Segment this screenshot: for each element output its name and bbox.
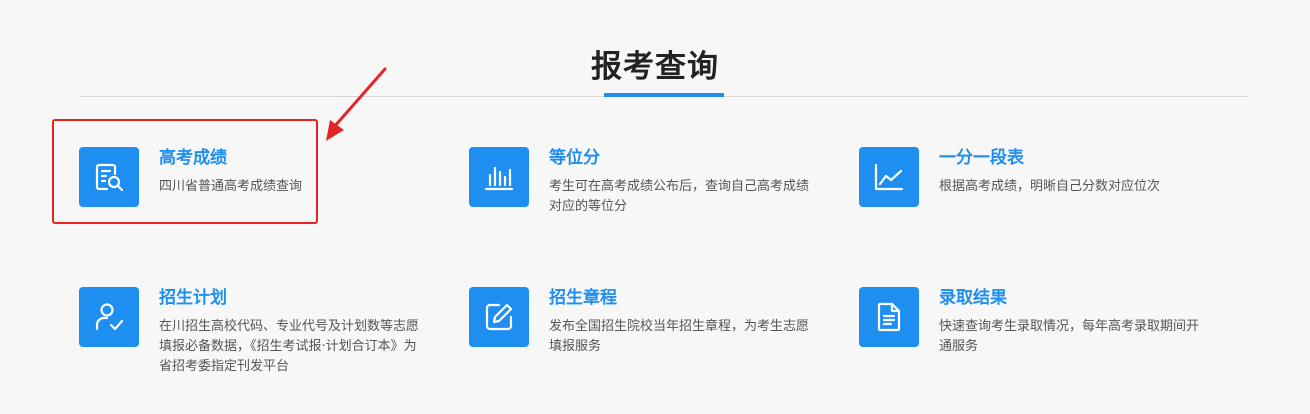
card-enrollment-charter[interactable]: 招生章程 发布全国招生院校当年招生章程，为考生志愿填报服务 — [469, 287, 809, 387]
line-chart-icon — [859, 147, 919, 207]
card-admission-results[interactable]: 录取结果 快速查询考生录取情况，每年高考录取期间开通服务 — [859, 287, 1199, 387]
card-desc: 快速查询考生录取情况，每年高考录取期间开通服务 — [939, 319, 1200, 354]
card-desc: 考生可在高考成绩公布后，查询自己高考成绩对应的等位分 — [549, 179, 810, 214]
card-score-ranking-table[interactable]: 一分一段表 根据高考成绩，明晰自己分数对应位次 — [859, 147, 1189, 247]
card-desc: 在川招生高校代码、专业代号及计划数等志愿填报必备数据，《招生考试报·计划合订本》… — [159, 319, 420, 374]
bar-chart-icon — [469, 147, 529, 207]
card-title[interactable]: 录取结果 — [939, 287, 1007, 309]
card-title[interactable]: 等位分 — [549, 147, 600, 169]
annotation-arrow-icon — [326, 67, 387, 141]
card-equivalent-score[interactable]: 等位分 考生可在高考成绩公布后，查询自己高考成绩对应的等位分 — [469, 147, 809, 247]
card-desc: 发布全国招生院校当年招生章程，为考生志愿填报服务 — [549, 319, 810, 354]
title-underline — [604, 93, 724, 97]
section-title: 报考查询 — [591, 49, 719, 85]
highlight-box — [52, 119, 318, 224]
user-check-icon — [79, 287, 139, 347]
card-title[interactable]: 招生章程 — [549, 287, 617, 309]
card-title[interactable]: 一分一段表 — [939, 147, 1024, 169]
edit-icon — [469, 287, 529, 347]
document-icon — [859, 287, 919, 347]
card-enrollment-plan[interactable]: 招生计划 在川招生高校代码、专业代号及计划数等志愿填报必备数据，《招生考试报·计… — [79, 287, 419, 387]
card-title[interactable]: 招生计划 — [159, 287, 227, 309]
card-desc: 根据高考成绩，明晰自己分数对应位次 — [939, 179, 1161, 194]
